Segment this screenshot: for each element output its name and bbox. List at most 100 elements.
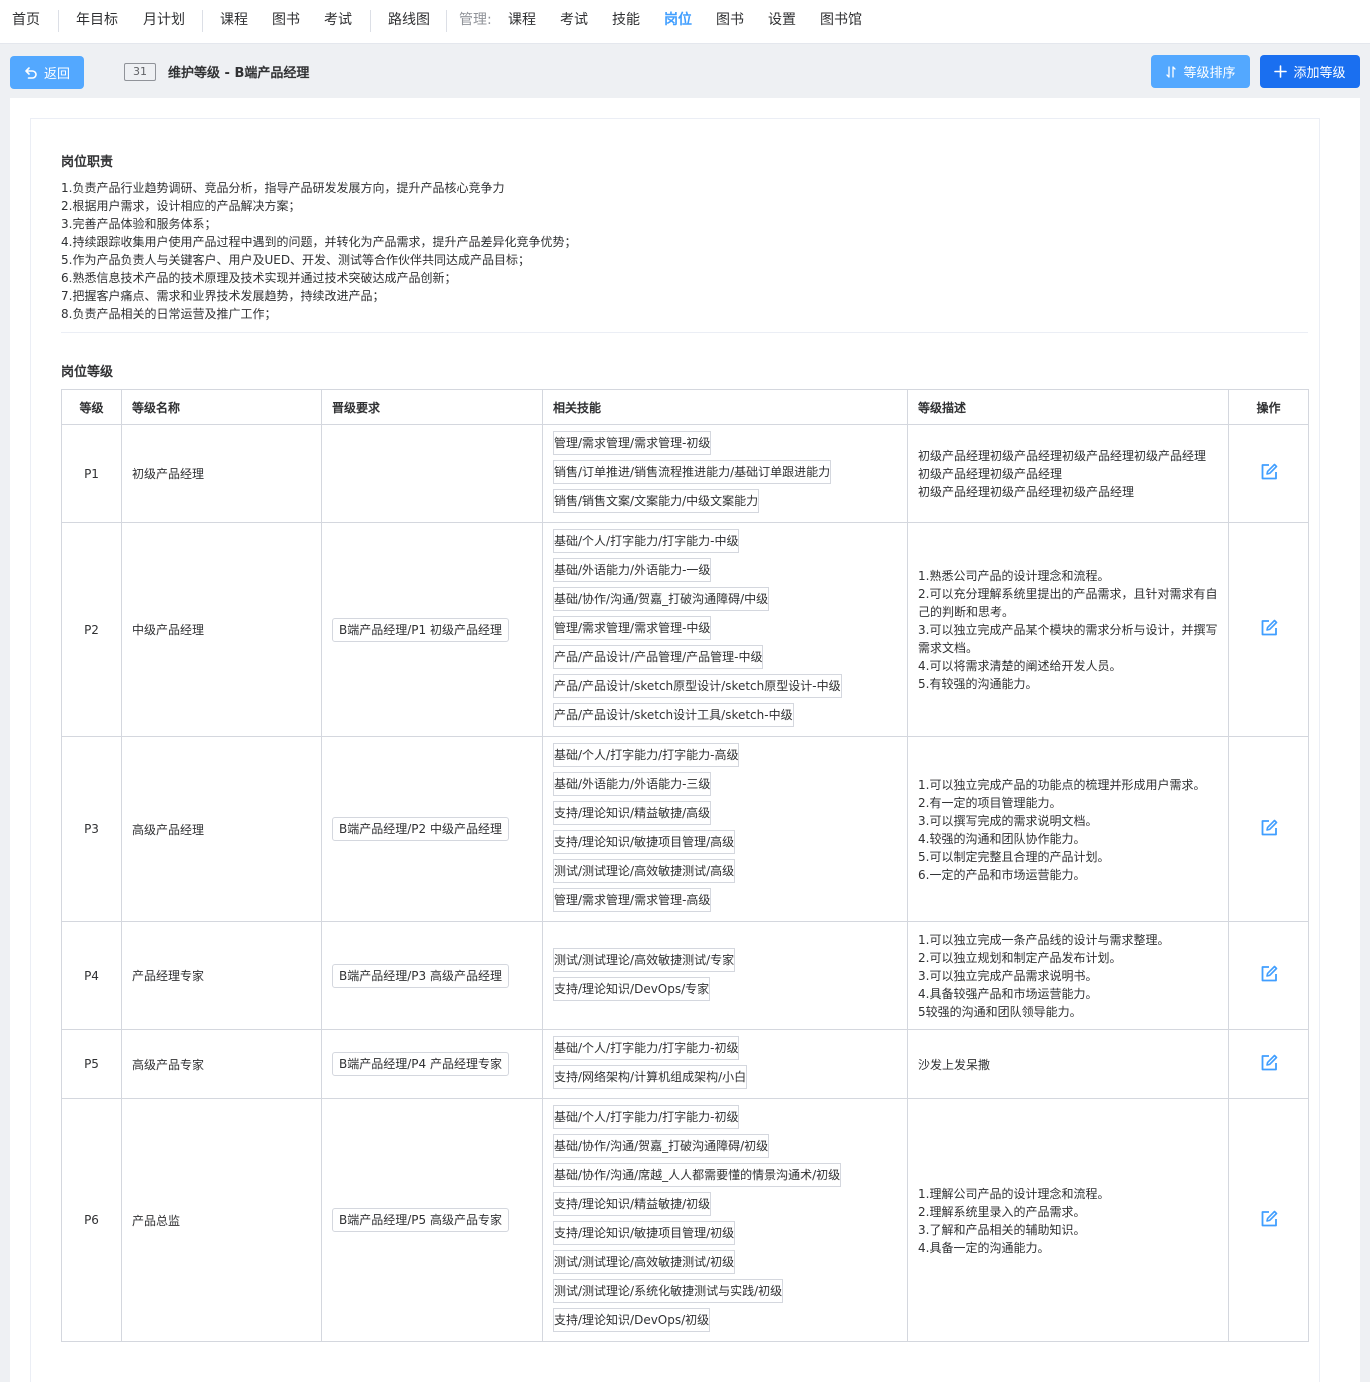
skill-tag: 基础/协作/沟通/贺嘉_打破沟通障碍/初级: [553, 1134, 770, 1158]
level-skills: 基础/个人/打字能力/打字能力-高级 基础/外语能力/外语能力-三级 支持/理论知识…: [542, 736, 908, 922]
skill-tag: 产品/产品设计/sketch设计工具/sketch-中级: [553, 703, 794, 727]
level-requirement: B端产品经理/P2 中级产品经理: [321, 736, 543, 922]
table-row: P4 产品经理专家 B端产品经理/P3 高级产品经理 测试/测试理论/高效敏捷测试/专…: [61, 921, 1309, 1030]
skill-tag: 测试/测试理论/系统化敏捷测试与实践/初级: [553, 1279, 784, 1303]
duty-line: 6.熟悉信息技术产品的技术原理及技术实现并通过技术突破达成产品创新；: [61, 271, 457, 285]
back-button[interactable]: 返回: [10, 56, 84, 89]
edit-icon[interactable]: [1259, 818, 1279, 838]
nav-item-year-goal[interactable]: 年目标: [76, 0, 118, 44]
back-button-label: 返回: [43, 67, 70, 82]
description-line: 沙发上发呆撒: [918, 1057, 991, 1072]
skill-tag: 销售/订单推进/销售流程推进能力/基础订单跟进能力: [553, 460, 832, 484]
skill-tag: 基础/个人/打字能力/打字能力-初级: [553, 1105, 740, 1129]
level-skills: 管理/需求管理/需求管理-初级销售/订单推进/销售流程推进能力/基础订单跟进能力…: [542, 424, 908, 523]
table-row: P3 高级产品经理 B端产品经理/P2 中级产品经理 基础/个人/打字能力/打字能力-…: [61, 736, 1309, 922]
nav-item-roadmap[interactable]: 路线图: [388, 0, 430, 44]
description-line: 1.可以独立完成产品的功能点的梳理并形成用户需求。: [918, 777, 1206, 792]
skill-tag: 测试/测试理论/高效敏捷测试/专家: [553, 947, 736, 972]
level-actions: [1228, 736, 1309, 922]
skill-tag: 管理/需求管理/需求管理-高级: [553, 888, 712, 912]
nav-item-manage-course[interactable]: 课程: [508, 0, 536, 44]
table-header-row: 等级 等级名称 晋级要求 相关技能 等级描述 操作: [61, 389, 1309, 425]
duties-title: 岗位职责: [61, 155, 114, 170]
skill-tag: 基础/个人/打字能力/打字能力-中级: [553, 529, 740, 553]
level-description: 1.可以独立完成产品的功能点的梳理并形成用户需求。 2.有一定的项目管理能力。 3.…: [907, 736, 1229, 922]
nav-separator: [370, 10, 371, 32]
edit-icon[interactable]: [1259, 1209, 1279, 1229]
content-panel: 岗位职责 1.负责产品行业趋势调研、竞品分析，指导产品研发发展方向，提升产品核心…: [10, 98, 1360, 1382]
nav-item-manage-library[interactable]: 图书馆: [820, 0, 862, 44]
level-name: 产品经理专家: [121, 921, 322, 1030]
edit-icon[interactable]: [1259, 1053, 1279, 1073]
description-line: 2.理解系统里录入的产品需求。: [918, 1204, 1086, 1219]
skill-tag: 基础/外语能力/外语能力-三级: [553, 772, 712, 796]
nav-item-manage-exam[interactable]: 考试: [560, 0, 588, 44]
level-skills: 测试/测试理论/高效敏捷测试/专家 支持/理论知识/DevOps/专家: [542, 921, 908, 1030]
level-actions: [1228, 921, 1309, 1030]
skill-tag: 基础/个人/打字能力/打字能力-初级: [553, 1036, 740, 1060]
skill-tag: 支持/理论知识/DevOps/初级: [553, 1308, 711, 1332]
requirement-tag: B端产品经理/P4 产品经理专家: [332, 1052, 509, 1076]
requirement-tag: B端产品经理/P1 初级产品经理: [332, 617, 509, 642]
level-sort-label: 等级排序: [1183, 66, 1236, 81]
add-level-button[interactable]: 添加等级: [1260, 55, 1360, 88]
edit-icon[interactable]: [1259, 964, 1279, 984]
level-actions: [1228, 522, 1309, 737]
duties-list: 1.负责产品行业趋势调研、竞品分析，指导产品研发发展方向，提升产品核心竞争力 2…: [61, 179, 576, 323]
level-actions: [1228, 1029, 1309, 1099]
header-description: 等级描述: [907, 389, 1229, 425]
description-line: 1.熟悉公司产品的设计理念和流程。: [918, 569, 1110, 583]
description-line: 2.有一定的项目管理能力。: [918, 795, 1062, 810]
description-line: 初级产品经理初级产品经理: [918, 467, 1063, 481]
level-code: P6: [61, 1098, 122, 1342]
back-arrow-icon: [25, 66, 37, 79]
level-description: 沙发上发呆撒: [907, 1029, 1229, 1099]
level-name: 中级产品经理: [121, 522, 322, 737]
description-line: 5.可以制定完整且合理的产品计划。: [918, 849, 1110, 864]
duty-line: 8.负责产品相关的日常运营及推广工作；: [61, 307, 277, 321]
description-line: 4.具备一定的沟通能力。: [918, 1240, 1050, 1255]
description-line: 2.可以独立规划和制定产品发布计划。: [918, 951, 1122, 965]
nav-item-manage-settings[interactable]: 设置: [768, 0, 796, 44]
level-code: P5: [61, 1029, 122, 1099]
skill-tag: 产品/产品设计/sketch原型设计/sketch原型设计-中级: [553, 674, 842, 698]
nav-item-manage-book[interactable]: 图书: [716, 0, 744, 44]
skill-tag: 基础/外语能力/外语能力-一级: [553, 558, 712, 582]
skill-tag: 管理/需求管理/需求管理-初级: [553, 431, 712, 455]
description-line: 初级产品经理初级产品经理初级产品经理初级产品经理: [918, 449, 1207, 463]
skill-tag: 支持/理论知识/敏捷项目管理/高级: [553, 830, 736, 854]
level-name: 初级产品经理: [121, 424, 322, 523]
duty-line: 4.持续跟踪收集用户使用产品过程中遇到的问题，并转化为产品需求，提升产品差异化竞…: [61, 235, 577, 249]
skill-tag: 支持/理论知识/DevOps/专家: [553, 976, 711, 1001]
nav-manage-label: 管理:: [459, 12, 492, 28]
skill-tag: 基础/协作/沟通/席越_人人都需要懂的情景沟通术/初级: [553, 1163, 842, 1187]
nav-item-month-plan[interactable]: 月计划: [143, 0, 185, 44]
sort-icon: [1166, 65, 1177, 78]
skill-tag: 销售/销售文案/文案能力/中级文案能力: [553, 489, 760, 513]
nav-item-course[interactable]: 课程: [220, 0, 248, 44]
skill-tag: 管理/需求管理/需求管理-中级: [553, 616, 712, 640]
edit-icon[interactable]: [1259, 462, 1279, 482]
description-line: 1.可以独立完成一条产品线的设计与需求整理。: [918, 933, 1170, 947]
level-description: 1.理解公司产品的设计理念和流程。 2.理解系统里录入的产品需求。 3.了解和产品相…: [907, 1098, 1229, 1342]
level-code: P1: [61, 424, 122, 523]
nav-item-book[interactable]: 图书: [272, 0, 300, 44]
skill-tag: 基础/协作/沟通/贺嘉_打破沟通障碍/中级: [553, 587, 770, 611]
description-line: 初级产品经理初级产品经理初级产品经理: [918, 485, 1135, 499]
nav-item-exam[interactable]: 考试: [324, 0, 352, 44]
level-sort-button[interactable]: 等级排序: [1151, 55, 1250, 88]
skill-tag: 产品/产品设计/产品管理/产品管理-中级: [553, 645, 764, 669]
header-skills: 相关技能: [542, 389, 908, 425]
nav-item-manage-position[interactable]: 岗位: [664, 0, 692, 44]
nav-item-manage-skill[interactable]: 技能: [612, 0, 640, 44]
skill-tag: 支持/网络架构/计算机组成架构/小白: [553, 1065, 748, 1089]
edit-icon[interactable]: [1259, 618, 1279, 638]
description-line: 3.了解和产品相关的辅助知识。: [918, 1222, 1086, 1237]
skill-tag: 支持/理论知识/敏捷项目管理/初级: [553, 1221, 736, 1245]
levels-title: 岗位等级: [61, 365, 114, 380]
duty-line: 1.负责产品行业趋势调研、竞品分析，指导产品研发发展方向，提升产品核心竞争力: [61, 181, 505, 195]
requirement-tag: B端产品经理/P2 中级产品经理: [332, 817, 509, 841]
level-actions: [1228, 424, 1309, 523]
nav-item-home[interactable]: 首页: [12, 0, 40, 44]
nav-separator: [446, 10, 447, 32]
